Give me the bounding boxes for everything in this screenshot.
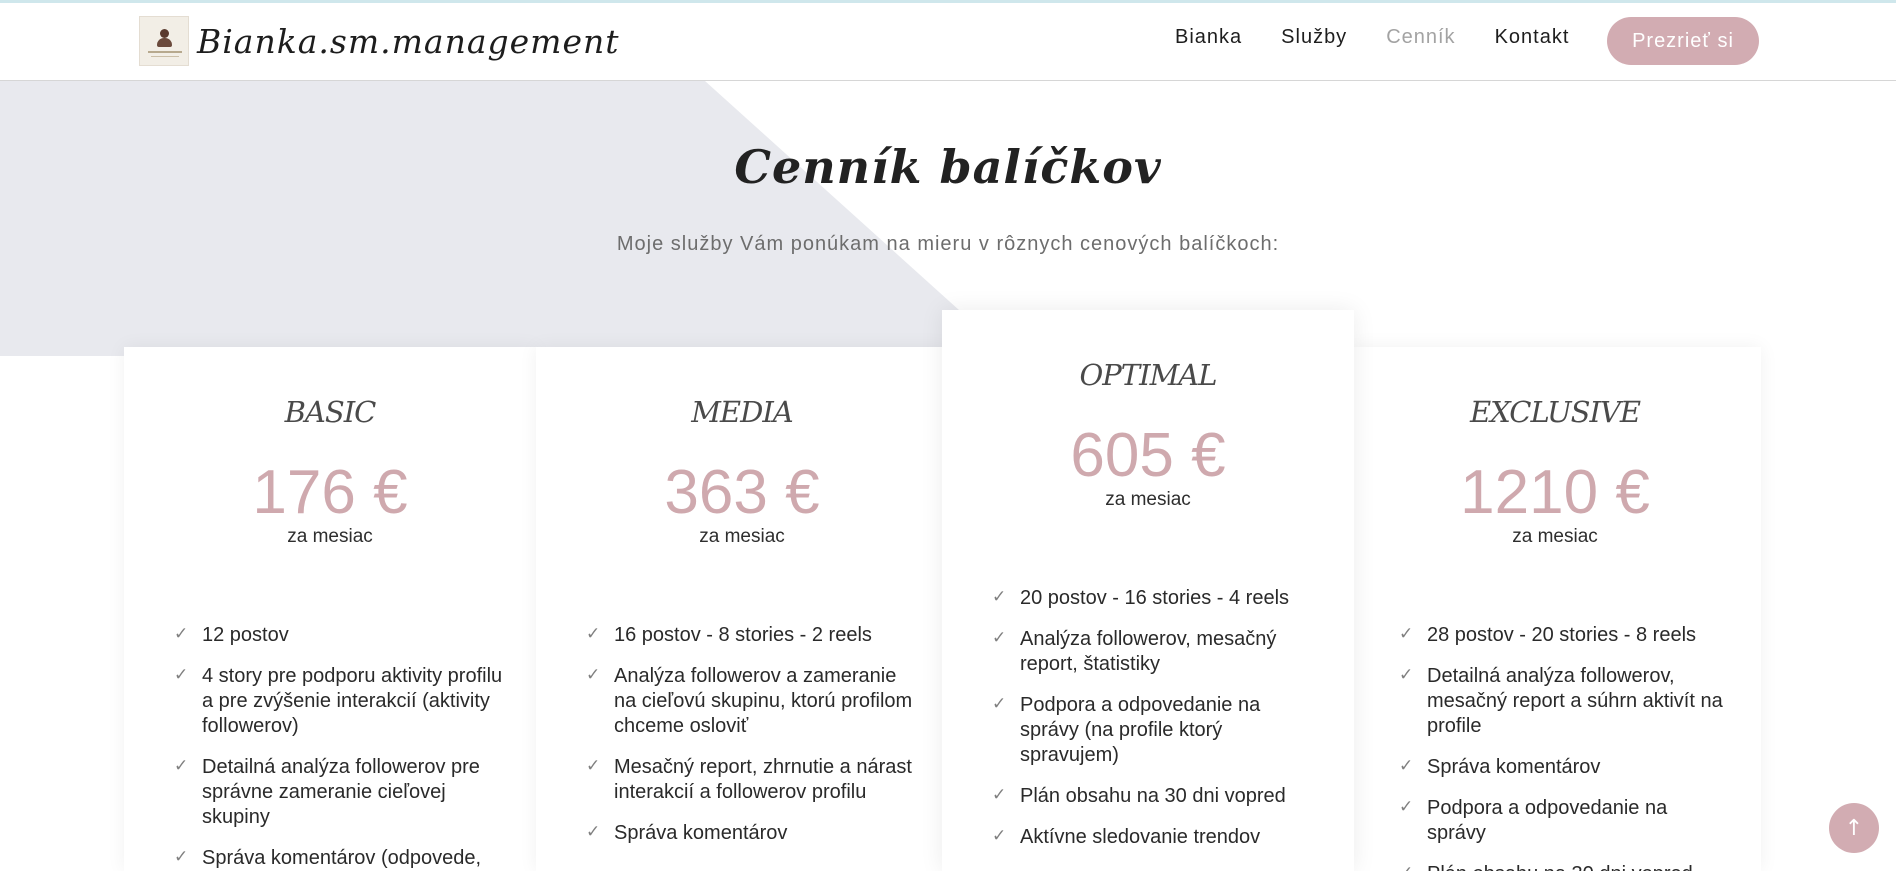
feature-item: ✓ Podpora a odpovedanie na správy [1399,797,1668,844]
check-icon: ✓ [992,628,1007,647]
feature-item: ✓ Správa komentárov (odpovede, [174,847,482,869]
arrow-up-icon: ↑ [1844,815,1864,841]
feature-item: ✓ Aktívne sledovanie trendov [992,826,1261,848]
feature-item: ✓ 28 postov - 20 stories - 8 reels [1399,624,1697,646]
section-title: Cenník balíčkov [734,140,1162,194]
feature-item: ✓ 20 postov - 16 stories - 4 reels [992,587,1290,609]
feature-item: ✓ Správa komentárov [1399,756,1601,778]
main-nav: Bianka Služby Cenník Kontakt [1175,26,1608,49]
logo[interactable]: Bianka.sm.management [139,16,620,66]
feature-list: ✓ 16 postov - 8 stories - 2 reels ✓ Analýz… [586,623,916,862]
check-icon: ✓ [586,822,601,841]
nav-item-kontakt[interactable]: Kontakt [1495,26,1570,49]
card-period: za mesiac [1512,526,1598,547]
cta-button[interactable]: Prezrieť si [1607,17,1759,65]
check-icon: ✓ [586,665,601,684]
feature-item: ✓ Správa komentárov [586,822,788,844]
feature-item: ✓ Detailná analýza followerov, mesačný re… [1399,665,1723,737]
feature-item: ✓ 4 story pre podporu aktivity profilu a … [174,665,503,737]
feature-item: ✓ Mesačný report, zhrnutie a nárast inter… [586,756,912,803]
check-icon: ✓ [992,587,1007,606]
top-accent-line [0,0,1896,3]
feature-item: ✓Plán obsahu na 30 dni vopred [992,785,1286,807]
check-icon: ✓ [174,624,189,643]
site-header: Bianka.sm.management Bianka Služby Cenní… [0,0,1896,81]
feature-item: ✓ 12 postov [174,624,289,646]
card-period: za mesiac [699,526,785,547]
card-price: 605 € [1070,421,1226,490]
feature-list: ✓ 20 postov - 16 stories - 4 reels ✓ Analý… [992,586,1322,866]
card-name: MEDIA [691,395,794,429]
nav-item-cennik[interactable]: Cenník [1386,26,1455,49]
pricing-card-optimal: OPTIMAL 605 € za mesiac ✓ 20 postov - 16 … [942,310,1354,871]
card-name: BASIC [284,395,377,429]
pricing-card-exclusive: EXCLUSIVE 1210 € za mesiac ✓ 28 postov - … [1349,347,1761,871]
check-icon: ✓ [1399,665,1414,684]
check-icon: ✓ [586,756,601,775]
card-name: OPTIMAL [1079,358,1218,392]
feature-item: ✓ 16 postov - 8 stories - 2 reels [586,624,872,646]
feature-item: ✓Plán obsahu na 30 dni vopred [1399,862,1729,871]
check-icon: ✓ [1399,756,1414,775]
check-icon: ✓ [992,694,1007,713]
pricing-card-media: MEDIA 363 € za mesiac ✓ 16 postov - 8 sto… [536,347,948,871]
feature-item: ✓ Analýza followerov, mesačný report, šta… [992,628,1277,675]
feature-list: ✓ 12 postov ✓ 4 story pre podporu aktivity… [174,623,504,871]
card-price: 1210 € [1460,458,1650,527]
card-period: za mesiac [1105,489,1191,510]
feature-item: ✓ Detailná analýza followerov pre správne… [174,756,480,828]
logo-text: Bianka.sm.management [197,21,620,61]
pricing-card-basic: BASIC 176 € za mesiac ✓ 12 postov ✓ 4 stor… [124,347,536,871]
check-icon: ✓ [174,847,189,866]
feature-list: ✓ 28 postov - 20 stories - 8 reels ✓ Detai… [1399,623,1729,871]
nav-item-bianka[interactable]: Bianka [1175,26,1242,49]
card-price: 363 € [664,458,820,527]
card-price: 176 € [252,458,408,527]
check-icon: ✓ [1399,862,1419,871]
check-icon: ✓ [174,756,189,775]
scroll-to-top-button[interactable]: ↑ [1829,803,1879,853]
check-icon: ✓ [586,624,601,643]
feature-item: ✓ Podpora a odpovedanie na správy (na pro… [992,694,1261,766]
logo-image [139,16,189,66]
nav-item-sluzby[interactable]: Služby [1281,26,1347,49]
card-period: za mesiac [287,526,373,547]
check-icon: ✓ [174,665,189,684]
check-icon: ✓ [1399,797,1414,816]
check-icon: ✓ [992,785,1007,804]
card-name: EXCLUSIVE [1469,395,1641,429]
check-icon: ✓ [992,826,1007,845]
check-icon: ✓ [1399,624,1414,643]
feature-item: ✓ Analýza followerov a zameranie na cieľo… [586,665,913,737]
section-subtitle: Moje služby Vám ponúkam na mieru v rôzny… [616,233,1280,255]
